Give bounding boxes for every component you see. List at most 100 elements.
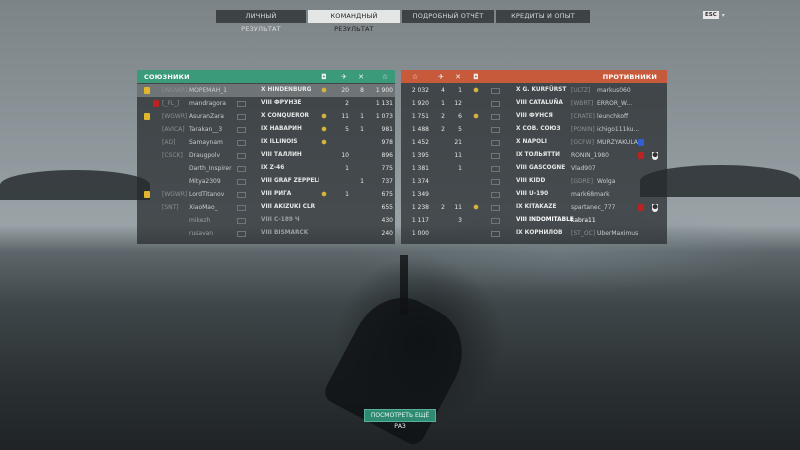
medal-icon: ⬢ [321, 87, 327, 94]
stat-xp: 1 349 [411, 191, 429, 198]
watch-again-button[interactable]: ПОСМОТРЕТЬ ЕЩЁ РАЗ [364, 409, 436, 430]
stat-xp: 1 131 [375, 100, 393, 107]
stat-kills: 1 [360, 126, 364, 133]
enemy-player-row[interactable]: 1 452 21 X NAPOLI [GCFW] MURZYAKULA [401, 136, 667, 149]
medal-icon: ⬢ [321, 113, 327, 120]
stat-planes: 2 [441, 113, 445, 120]
player-name: Wolga [597, 178, 616, 185]
ally-player-row[interactable]: rusavan VIII BISMARCK 240 [137, 227, 395, 240]
enemy-player-row[interactable]: 1 238 2 11 ⬢ IX KITAKAZE spartanec_777 ⬤ [401, 201, 667, 214]
stat-xp: 1 117 [411, 217, 429, 224]
ship-title: U-190 [529, 191, 549, 197]
ship-tier: VIII [516, 165, 527, 171]
ally-player-row[interactable]: [AD] Samaynam IX ILLINOIS ⬢ 978 [137, 136, 395, 149]
medal-icon: ⬢ [473, 113, 479, 120]
ship-title: HINDENBURG [267, 87, 312, 93]
ship-type-icon [504, 113, 512, 120]
enemy-player-row[interactable]: 1 000 IX КОРНИЛОВ [ST_OC] UberMaximus [401, 227, 667, 240]
player-clan: [CSCK] [162, 152, 183, 159]
medal-icon: ⬢ [321, 126, 327, 133]
ship-tier: VIII [261, 152, 272, 158]
ship-title: C-189 Ч [274, 217, 300, 223]
team-result-panel: СОЮЗНИКИ ◘ ✈ ✕ ☆ ☆ ✈ ✕ ◘ ПРОТИВНИКИ [WGW… [137, 70, 667, 244]
ship-name: IX ILLINOIS [261, 136, 319, 149]
ship-name: IX KITAKAZE [516, 201, 574, 214]
ship-class-icon [237, 113, 246, 120]
ship-tier: X [516, 139, 521, 145]
ship-name: IX КОРНИЛОВ [516, 227, 574, 240]
ship-tier: IX [261, 126, 268, 132]
ship-tier: X [516, 126, 521, 132]
player-clan: [WGWR] [162, 113, 188, 120]
ship-tier: VIII [516, 113, 527, 119]
enemy-player-row[interactable]: 1 117 3 VIII INDOMITABLE kabra11 [401, 214, 667, 227]
enemy-player-row[interactable]: 1 374 VIII KIDD [GDRE] Wolga [401, 175, 667, 188]
ally-player-row[interactable]: [WGWR] МОРЕМАН_1 X HINDENBURG ⬢ 20 8 1 900 [137, 84, 395, 97]
ally-player-row[interactable]: [AVICA] Tarakan__3 IX НАВАРИН ⬢ 5 1 981 [137, 123, 395, 136]
ship-tier: VIII [261, 100, 272, 106]
ally-player-row[interactable]: [SNT] XiaoMao_ VIII AKIZUKI CLR 655 [137, 201, 395, 214]
enemy-player-row[interactable]: 1 920 1 12 VIII CATALUÑA [WBRT] ERROR_W... [401, 97, 667, 110]
medal-icon: ⬢ [473, 87, 479, 94]
enemy-player-row[interactable]: 1 395 11 IX ТОЛЬЯТТИ RONIN_1980 ⬤ [401, 149, 667, 162]
ally-player-row[interactable]: [WGWR] AsuranZara X CONQUEROR ⬢ 11 1 1 073 [137, 110, 395, 123]
stat-xp: 1 374 [411, 178, 429, 185]
ally-player-row[interactable]: [WGWR] LordTitanov VIII РИГА ⬢ 1 675 [137, 188, 395, 201]
ship-class-icon [237, 217, 246, 224]
ship-name: VIII ФУНСЯ [516, 110, 574, 123]
enemy-player-row[interactable]: 1 751 2 6 ⬢ VIII ФУНСЯ [CRATE] leunchkoff [401, 110, 667, 123]
player-clan: [SNT] [162, 204, 179, 211]
ship-type-icon [249, 230, 257, 237]
ship-title: GRAF ZEPPELIN B [274, 178, 319, 184]
tab-credits-xp[interactable]: КРЕДИТЫ И ОПЫТ [496, 10, 590, 23]
enemy-player-row[interactable]: 1 349 VIII U-190 mark68mark [401, 188, 667, 201]
enemy-player-row[interactable]: 1 488 2 5 X СОВ. СОЮЗ [PONIN] ichigo111ku... [401, 123, 667, 136]
ally-player-row[interactable]: mikezh VIII C-189 Ч 430 [137, 214, 395, 227]
ship-type-icon [249, 100, 257, 107]
star-icon: ☆ [381, 73, 389, 81]
player-clan: [CRATE] [571, 113, 595, 120]
ship-tier: IX [261, 139, 268, 145]
allies-title: СОЮЗНИКИ [144, 72, 190, 81]
ship-tier: IX [261, 165, 268, 171]
ship-class-icon [491, 100, 500, 107]
tab-personal-result[interactable]: ЛИЧНЫЙ РЕЗУЛЬТАТ [216, 10, 306, 33]
ally-player-row[interactable]: [CSCK] Draugpolv VIII ТАЛЛИН 10 896 [137, 149, 395, 162]
tab-team-result[interactable]: КОМАНДНЫЙ РЕЗУЛЬТАТ [308, 10, 400, 33]
ally-player-row[interactable]: [_FL_] mandragora VIII ФРУНЗЕ 2 1 131 [137, 97, 395, 110]
ship-type-icon [504, 191, 512, 198]
player-name: ERROR_W... [597, 100, 632, 107]
ship-tier: VIII [261, 178, 272, 184]
enemy-player-row[interactable]: 1 381 1 VIII GASCOGNE Vlad907 [401, 162, 667, 175]
player-clan: [WGWR] [162, 87, 188, 94]
ship-type-icon [504, 139, 512, 146]
ship-title: G. KURFÜRST [522, 87, 567, 93]
planes-icon: ◘ [321, 73, 327, 81]
stat-xp: 981 [381, 126, 393, 133]
stat-kills: 12 [454, 100, 462, 107]
ally-player-row[interactable]: Darth_Inspirer IX Z-46 1 775 [137, 162, 395, 175]
enemy-player-row[interactable]: 2 032 4 1 ⬢ X G. KURFÜRST [ULTZ] markus060 [401, 84, 667, 97]
enemies-header: ☆ ✈ ✕ ◘ ПРОТИВНИКИ [401, 70, 667, 83]
stat-xp: 1 000 [411, 230, 429, 237]
allies-list: [WGWR] МОРЕМАН_1 X HINDENBURG ⬢ 20 8 1 900 [_FL… [137, 83, 395, 244]
ship-type-icon [504, 204, 512, 211]
ships-icon: ✈ [438, 73, 444, 81]
ship-title: ФУНСЯ [529, 113, 553, 119]
tab-detailed-report[interactable]: ПОДРОБНЫЙ ОТЧЁТ [402, 10, 494, 23]
ally-player-row[interactable]: Mitya2309VIII GRAF ZEPPELIN B1737 [137, 175, 395, 188]
player-name: UberMaximus [597, 230, 639, 237]
ship-tier: IX [516, 204, 523, 210]
ship-title: ILLINOIS [269, 139, 298, 145]
esc-indicator[interactable]: ESC ▾ [703, 11, 725, 19]
swords-icon: ✕ [455, 73, 461, 81]
ship-title: KITAKAZE [524, 204, 557, 210]
ships-icon: ✈ [341, 73, 347, 81]
stat-kills: 1 [458, 165, 462, 172]
stat-kills: 1 [458, 87, 462, 94]
stat-xp: 737 [381, 178, 393, 185]
stat-xp: 1 452 [411, 139, 429, 146]
ship-class-icon [237, 100, 246, 107]
ship-name: VIII ФРУНЗЕ [261, 97, 319, 110]
ship-type-icon [249, 178, 257, 185]
